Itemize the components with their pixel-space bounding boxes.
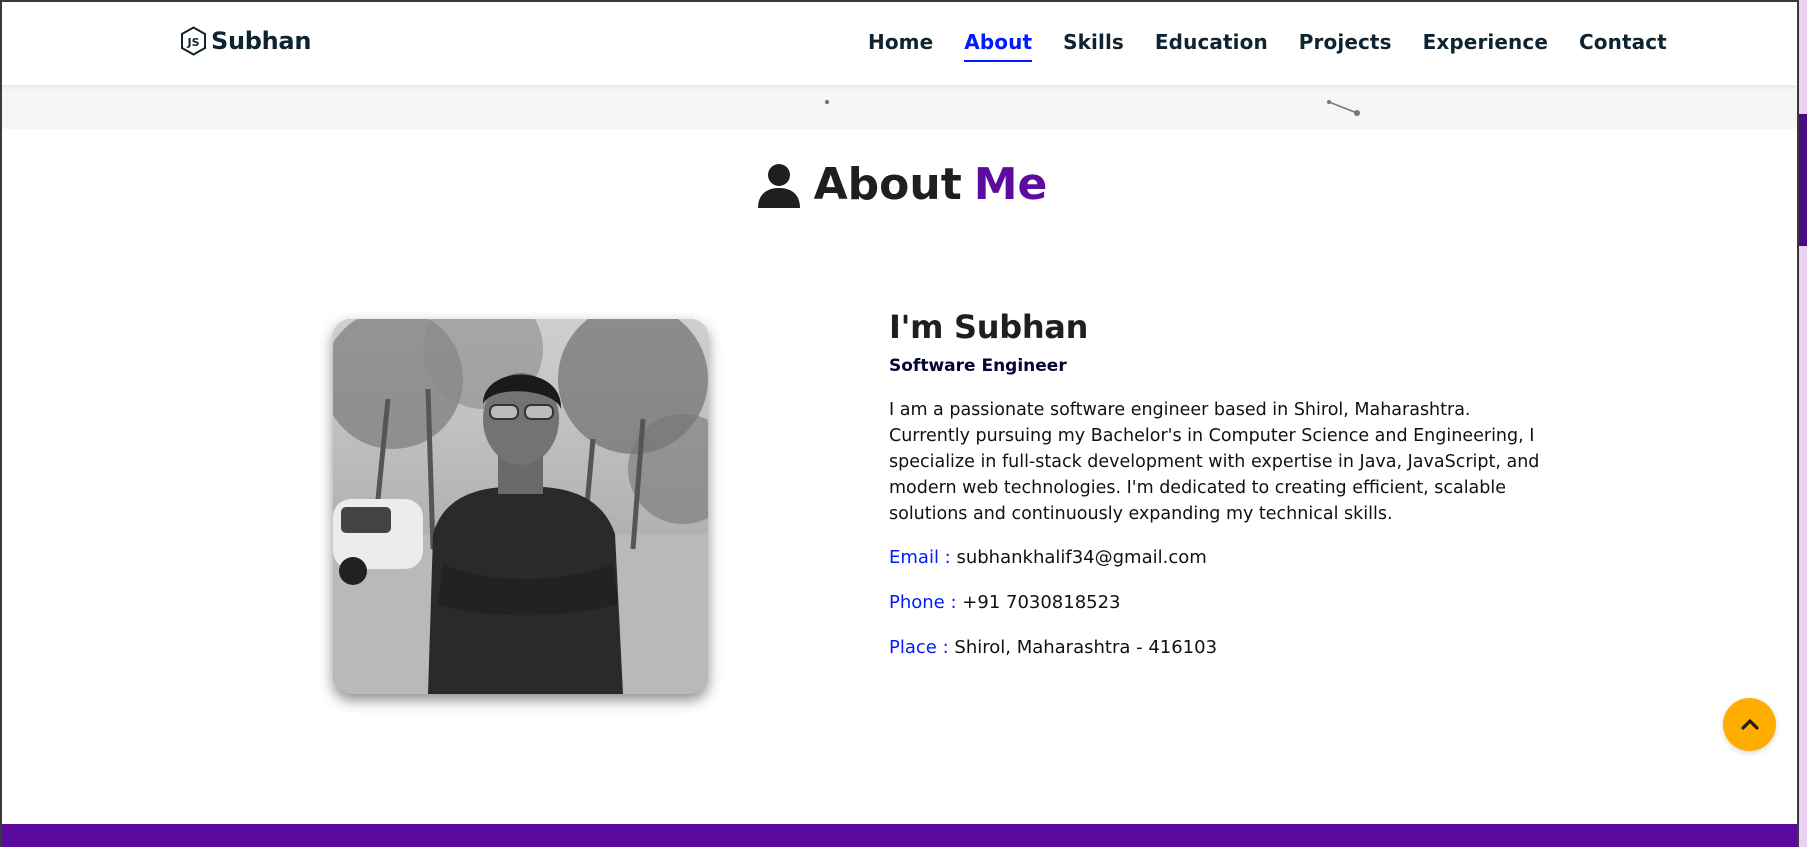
about-content: I'm Subhan Software Engineer I am a pass…: [889, 308, 1549, 680]
nav-about[interactable]: About: [964, 30, 1033, 62]
user-icon: [756, 162, 802, 208]
info-place: Place : Shirol, Maharashtra - 416103: [889, 635, 1549, 680]
section-heading: About Me: [2, 159, 1797, 210]
nodejs-hex-icon: JS: [180, 26, 207, 56]
place-label: Place :: [889, 637, 949, 658]
particles-background: [2, 85, 1797, 129]
main-nav: Home About Skills Education Projects Exp…: [868, 30, 1667, 62]
brand-logo[interactable]: JS Subhan: [180, 26, 311, 56]
nav-education[interactable]: Education: [1155, 30, 1268, 62]
profile-bio: I am a passionate software engineer base…: [889, 400, 1540, 524]
profile-photo: [333, 319, 708, 694]
place-value: Shirol, Maharashtra - 416103: [954, 637, 1218, 658]
heading-main: About: [813, 159, 962, 210]
heading-accent: Me: [973, 159, 1048, 210]
scroll-top-button[interactable]: [1723, 698, 1776, 751]
email-label: Email :: [889, 547, 951, 568]
phone-label: Phone :: [889, 592, 957, 613]
phone-value: +91 7030818523: [962, 592, 1121, 613]
brand-name: Subhan: [211, 27, 312, 55]
scrollbar-thumb[interactable]: [1799, 114, 1807, 246]
nav-experience[interactable]: Experience: [1423, 30, 1548, 62]
nav-contact[interactable]: Contact: [1579, 30, 1667, 62]
nav-home[interactable]: Home: [868, 30, 933, 62]
contact-info: Email : subhankhalif34@gmail.com Phone :…: [889, 545, 1549, 680]
info-phone: Phone : +91 7030818523: [889, 590, 1549, 635]
nav-projects[interactable]: Projects: [1299, 30, 1392, 62]
chevron-up-icon: [1740, 715, 1759, 734]
info-email: Email : subhankhalif34@gmail.com: [889, 545, 1549, 590]
next-section-band: [2, 824, 1797, 847]
profile-tag: Software Engineer: [889, 356, 1067, 376]
nav-skills[interactable]: Skills: [1063, 30, 1124, 62]
email-value: subhankhalif34@gmail.com: [956, 547, 1207, 568]
svg-text:JS: JS: [186, 36, 199, 49]
page-frame: JS Subhan Home About Skills Education Pr…: [0, 0, 1799, 847]
site-header: JS Subhan Home About Skills Education Pr…: [2, 2, 1797, 85]
profile-name: I'm Subhan: [889, 308, 1089, 346]
